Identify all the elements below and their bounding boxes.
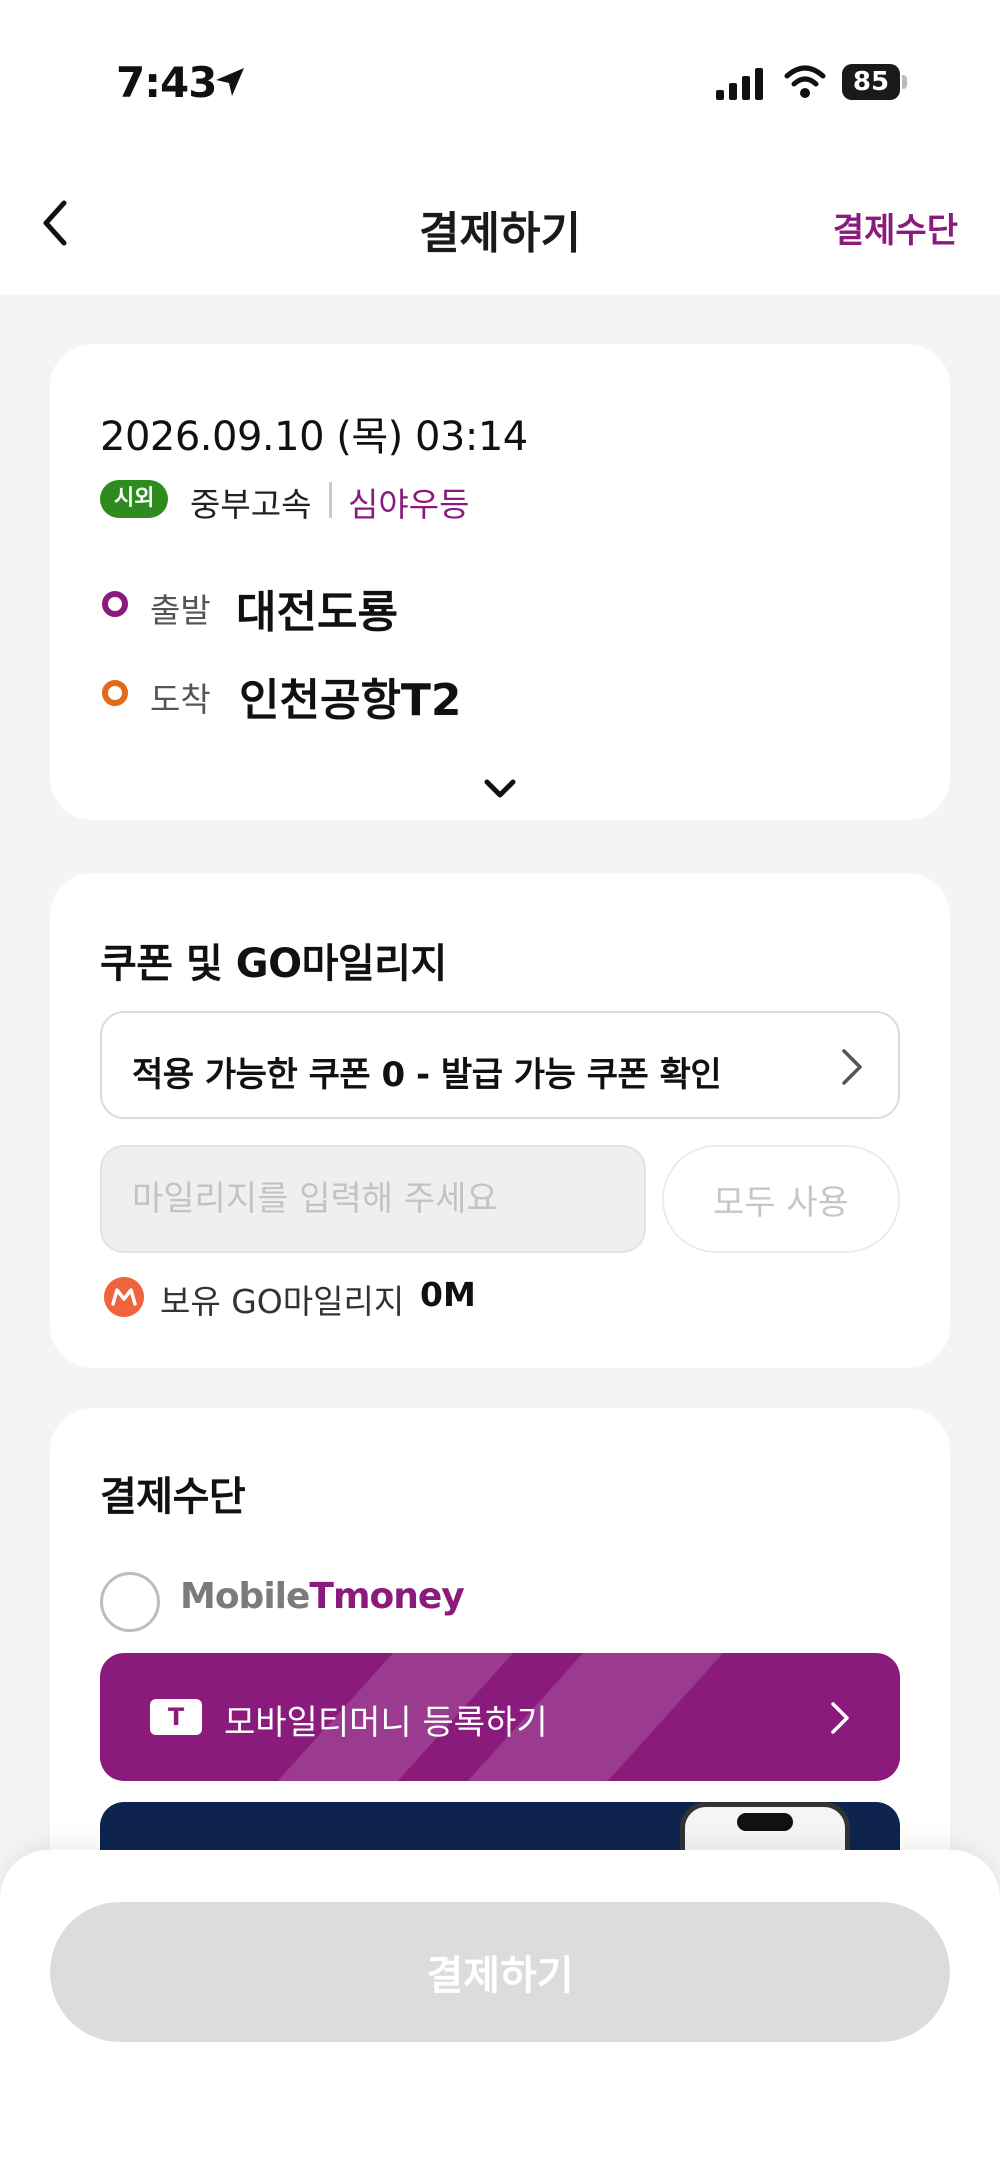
arrival-terminal: 인천공항T2 [239,675,462,726]
use-all-button[interactable]: 모두 사용 [662,1145,900,1253]
tmoney-t-icon: T [150,1699,202,1735]
logo-tmoney: Tmoney [309,1576,464,1617]
mileage-icon [104,1277,144,1317]
departure-dot-icon [102,591,128,617]
trip-datetime: 2026.09.10 (목) 03:14 [100,414,528,460]
coupon-section-title: 쿠폰 및 GO마일리지 [100,941,447,987]
status-time: 7:43 [116,58,217,107]
tmoney-radio[interactable] [100,1572,160,1632]
chevron-down-icon[interactable] [482,776,518,802]
chevron-right-icon [842,1049,862,1085]
coupon-mileage-card: 쿠폰 및 GO마일리지 적용 가능한 쿠폰 0 - 발급 가능 쿠폰 확인 모두… [50,873,950,1368]
arrival-label: 도착 [150,680,211,719]
departure-terminal: 대전도룡 [236,587,398,638]
arrival-dot-icon [102,680,128,706]
phone-notch [737,1813,793,1831]
payment-method-link[interactable]: 결제수단 [833,203,958,252]
location-arrow-icon [216,68,244,96]
route-type-badge: 시외 [100,480,169,518]
battery-cap [902,75,907,89]
bottom-action-sheet: 결제하기 [0,1850,1000,2175]
logo-mobile: Mobile [180,1576,310,1617]
mileage-balance-value: 0M [420,1275,476,1314]
header: 결제하기 결제수단 [0,165,1000,295]
tmoney-register-banner[interactable]: T 모바일티머니 등록하기 [100,1653,900,1781]
signal-icon [716,68,763,100]
trip-summary-card: 2026.09.10 (목) 03:14 시외 중부고속 심야우등 출발 대전도… [50,344,950,820]
pay-button[interactable]: 결제하기 [50,1902,950,2042]
chevron-right-icon [831,1702,849,1734]
wifi-icon [784,65,826,98]
divider [329,482,332,518]
coupon-select-row[interactable]: 적용 가능한 쿠폰 0 - 발급 가능 쿠폰 확인 [100,1011,900,1119]
payment-section-title: 결제수단 [100,1474,246,1520]
mileage-balance-label: 보유 GO마일리지 [160,1282,405,1321]
mileage-input[interactable] [100,1145,646,1253]
battery-icon: 85 [842,64,900,100]
bus-operator: 중부고속 [190,485,312,524]
mobile-tmoney-logo: MobileTmoney [180,1576,465,1617]
register-label: 모바일티머니 등록하기 [224,1703,548,1743]
coupon-row-label: 적용 가능한 쿠폰 0 - 발급 가능 쿠폰 확인 [132,1055,722,1095]
departure-label: 출발 [150,591,211,630]
bus-class: 심야우등 [348,485,470,524]
status-bar: 7:43 85 [0,0,1000,165]
